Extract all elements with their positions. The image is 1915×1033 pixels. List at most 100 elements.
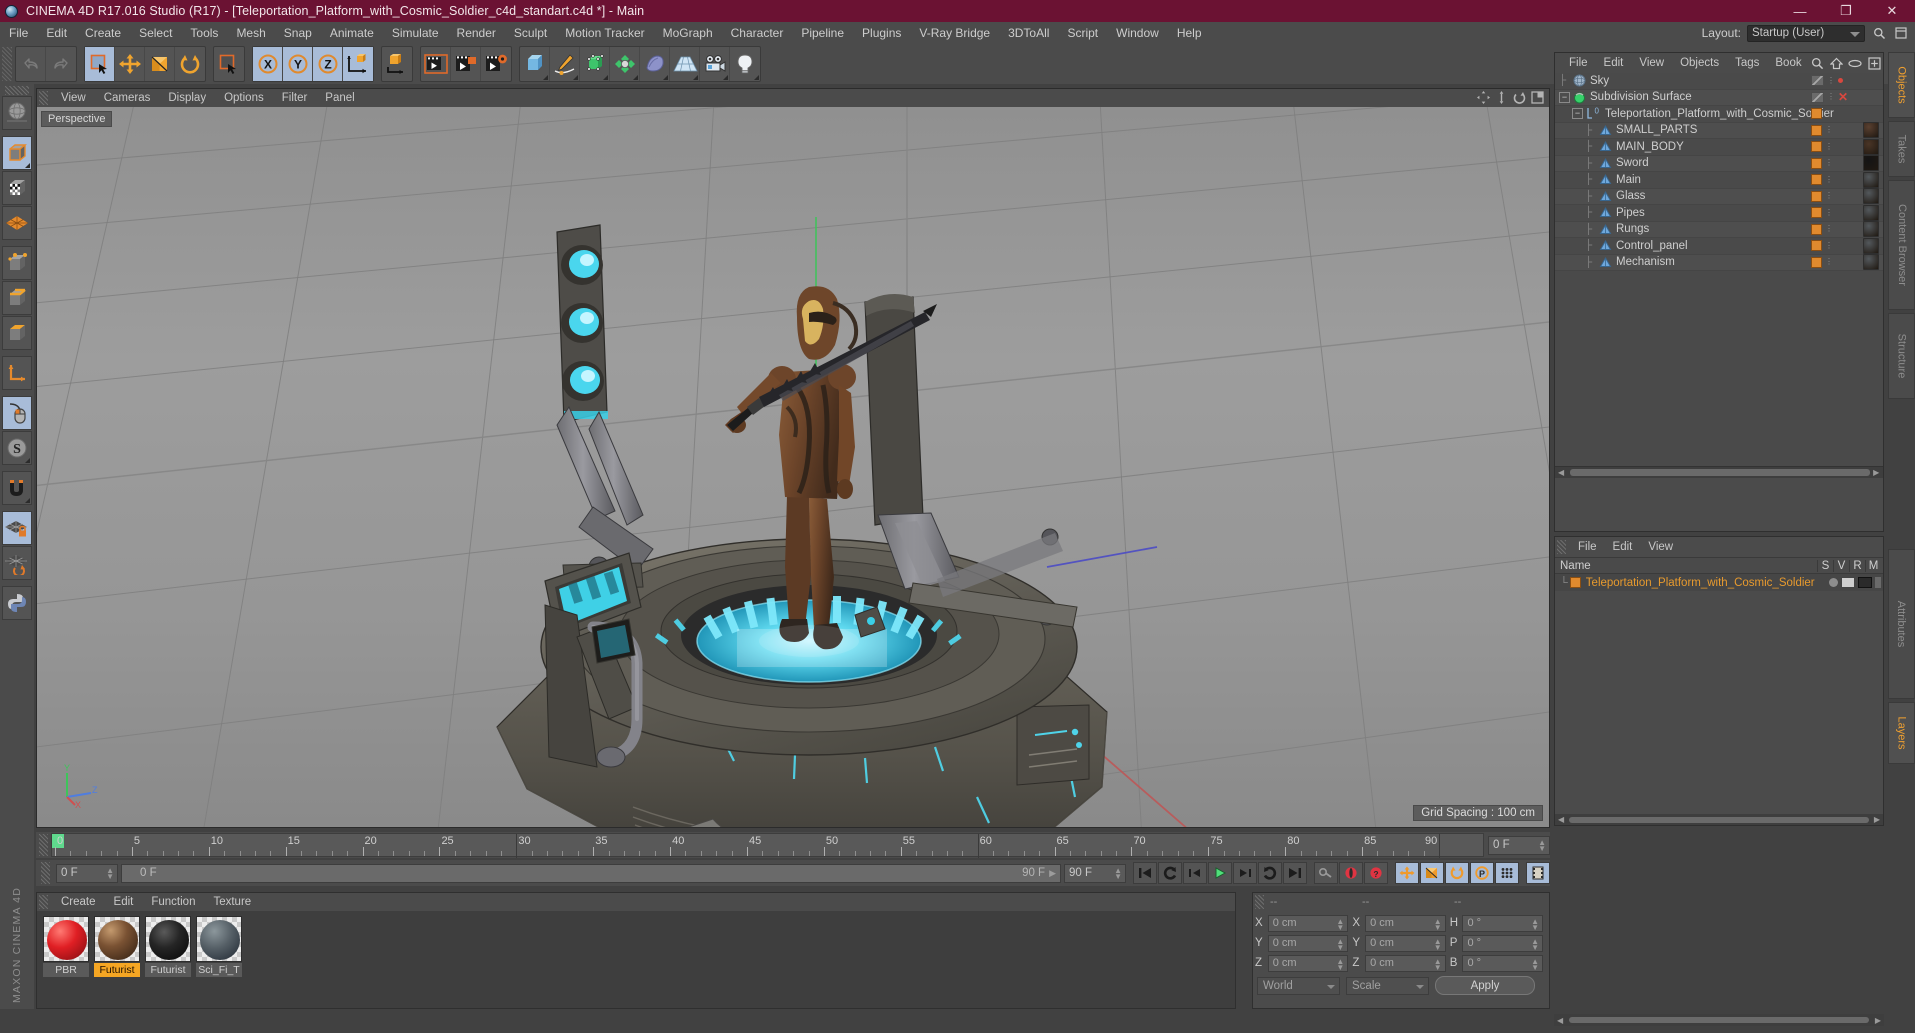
- object-menu-tags[interactable]: Tags: [1727, 53, 1767, 73]
- material-tag-thumbnail[interactable]: [1863, 221, 1879, 238]
- tab-content-browser[interactable]: Content Browser: [1888, 180, 1915, 310]
- add-floor-button[interactable]: [670, 47, 700, 81]
- viewport-menu-options[interactable]: Options: [215, 89, 273, 107]
- layer-render-toggle[interactable]: [1858, 577, 1872, 588]
- play-button[interactable]: [1208, 862, 1232, 884]
- lock-workplane-button[interactable]: [2, 511, 32, 545]
- apply-button[interactable]: Apply: [1435, 976, 1535, 995]
- menu-tools[interactable]: Tools: [181, 22, 227, 44]
- menu-pipeline[interactable]: Pipeline: [792, 22, 853, 44]
- palette-grip[interactable]: [5, 86, 29, 95]
- frame-range-slider[interactable]: 0 F 90 F ▶: [121, 863, 1061, 883]
- timeline-grip[interactable]: [39, 834, 48, 856]
- points-mode-button[interactable]: [2, 246, 32, 280]
- material-item[interactable]: Futurist: [145, 916, 191, 1003]
- object-layer-tag[interactable]: [1811, 240, 1822, 252]
- add-spline-button[interactable]: [550, 47, 580, 81]
- material-menu-grip[interactable]: [39, 895, 48, 909]
- size-z-input[interactable]: 0 cm ▲ ▼: [1365, 954, 1446, 972]
- menu-mesh[interactable]: Mesh: [227, 22, 274, 44]
- window-icon[interactable]: [1893, 25, 1909, 41]
- scroll-right-arrow-icon[interactable]: ▶: [1874, 815, 1880, 824]
- close-icon[interactable]: ✕: [1838, 90, 1848, 104]
- visibility-dots-icon[interactable]: ⋮: [1825, 159, 1833, 167]
- visibility-dot-icon[interactable]: [1838, 78, 1843, 84]
- object-layer-tag[interactable]: [1811, 256, 1822, 268]
- object-tree-row[interactable]: ├ Mechanism ⋮: [1555, 254, 1883, 271]
- menu-snap[interactable]: Snap: [275, 22, 321, 44]
- redo-button[interactable]: [46, 47, 76, 81]
- orbit-icon[interactable]: [1512, 90, 1527, 105]
- menu-help[interactable]: Help: [1168, 22, 1211, 44]
- visibility-dots-icon[interactable]: ⋮: [1827, 93, 1835, 101]
- material-tag-thumbnail[interactable]: [1863, 254, 1879, 271]
- layout-dropdown[interactable]: Startup (User): [1747, 24, 1865, 42]
- scale-button[interactable]: [145, 47, 175, 81]
- object-axis-button[interactable]: [382, 47, 412, 81]
- y-axis-button[interactable]: Y: [283, 47, 313, 81]
- visibility-dots-icon[interactable]: ⋮: [1825, 126, 1833, 134]
- viewport-3d-canvas[interactable]: Perspective Grid Spacing : 100 cm Y Z X: [37, 107, 1549, 827]
- menu-script[interactable]: Script: [1058, 22, 1107, 44]
- scroll-right-arrow-icon[interactable]: ▶: [1870, 468, 1882, 477]
- menu-select[interactable]: Select: [130, 22, 181, 44]
- play-reverse-loop-button[interactable]: [1158, 862, 1182, 884]
- add-deformer-button[interactable]: [610, 47, 640, 81]
- menu-vray-bridge[interactable]: V-Ray Bridge: [910, 22, 999, 44]
- tab-objects[interactable]: Objects: [1888, 52, 1915, 118]
- collapse-icon[interactable]: −: [1572, 108, 1583, 120]
- material-tag-thumbnail[interactable]: [1863, 188, 1879, 205]
- add-scene-object-button[interactable]: [640, 47, 670, 81]
- model-mode-button[interactable]: [2, 136, 32, 170]
- record-pla-button[interactable]: [1495, 862, 1519, 884]
- material-item[interactable]: Futurist: [94, 916, 140, 1003]
- current-frame-field[interactable]: 0 F ▲ ▼: [56, 863, 118, 883]
- spinner-icon[interactable]: ▲ ▼: [1114, 866, 1122, 880]
- material-menu-edit[interactable]: Edit: [105, 893, 143, 911]
- search-icon[interactable]: [1871, 25, 1887, 41]
- render-view-button[interactable]: [421, 47, 451, 81]
- object-layer-tag[interactable]: [1811, 174, 1822, 186]
- material-tag-thumbnail[interactable]: [1863, 122, 1879, 139]
- material-menu-texture[interactable]: Texture: [204, 893, 260, 911]
- toolbar-grip[interactable]: [2, 47, 12, 81]
- record-scale-button[interactable]: [1420, 862, 1444, 884]
- scroll-left-arrow-icon[interactable]: ◀: [1557, 1016, 1563, 1025]
- layer-color-swatch[interactable]: [1569, 577, 1581, 588]
- render-to-picture-button[interactable]: [451, 47, 481, 81]
- scroll-left-arrow-icon[interactable]: ◀: [1558, 815, 1564, 824]
- spinner-icon[interactable]: ▲ ▼: [1336, 957, 1344, 971]
- visibility-dots-icon[interactable]: ⋮: [1825, 175, 1833, 183]
- spinner-icon[interactable]: ▲ ▼: [1531, 937, 1539, 951]
- step-forward-button[interactable]: [1233, 862, 1257, 884]
- object-tree-row[interactable]: ├ Pipes ⋮: [1555, 204, 1883, 222]
- object-tree-row[interactable]: − 0 Teleportation_Platform_with_Cosmic_Sol…: [1555, 106, 1883, 123]
- object-layer-tag[interactable]: [1811, 223, 1822, 235]
- layer-menu-view[interactable]: View: [1640, 537, 1681, 557]
- dolly-icon[interactable]: [1494, 90, 1509, 105]
- eye-icon[interactable]: [1848, 56, 1863, 71]
- layer-hscrollbar[interactable]: ◀ ▶: [1555, 814, 1883, 825]
- spinner-icon[interactable]: ▲ ▼: [1336, 917, 1344, 931]
- viewport-menu-grip[interactable]: [39, 91, 48, 105]
- position-z-input[interactable]: 0 cm ▲ ▼: [1267, 954, 1349, 972]
- object-tree-row[interactable]: ├ Sword ⋮: [1555, 155, 1883, 172]
- menu-edit[interactable]: Edit: [37, 22, 76, 44]
- viewport-menu-display[interactable]: Display: [159, 89, 215, 107]
- material-tag-thumbnail[interactable]: [1863, 138, 1879, 155]
- step-back-button[interactable]: [1183, 862, 1207, 884]
- timeline-toggle-button[interactable]: [1526, 862, 1550, 884]
- object-axis-mode-button[interactable]: [2, 356, 32, 390]
- timeline-end-field[interactable]: 0 F ▲ ▼: [1488, 835, 1550, 855]
- visibility-dots-icon[interactable]: ⋮: [1827, 76, 1835, 84]
- material-tag-thumbnail[interactable]: [1863, 204, 1879, 221]
- object-display-tag[interactable]: [1811, 75, 1824, 87]
- object-tree[interactable]: ├ Sky ⋮ − Subdivision Surface ⋮ ✕ −0 Teleportati…: [1555, 73, 1883, 478]
- coordinate-mode-dropdown[interactable]: Scale: [1346, 976, 1429, 995]
- python-button[interactable]: [2, 586, 32, 620]
- select-tool-button[interactable]: [214, 47, 244, 81]
- object-tree-row[interactable]: ├ Glass ⋮: [1555, 188, 1883, 205]
- spinner-icon[interactable]: ▲ ▼: [1538, 838, 1546, 852]
- viewport-menu-cameras[interactable]: Cameras: [95, 89, 160, 107]
- object-display-tag[interactable]: [1811, 91, 1824, 103]
